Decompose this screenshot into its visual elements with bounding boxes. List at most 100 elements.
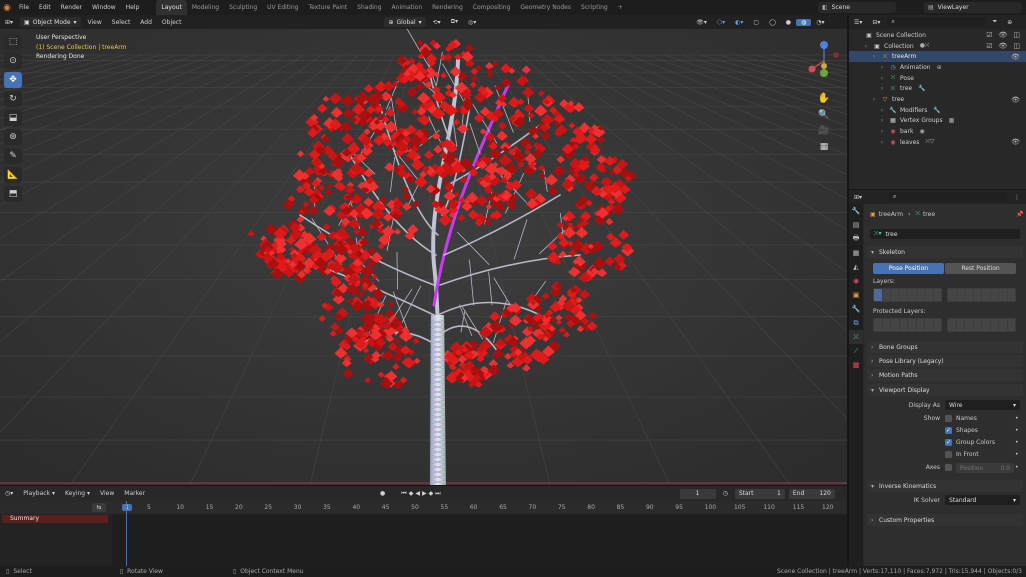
eye-icon[interactable]: 👁 <box>1011 96 1020 104</box>
protected-layers-grid-right[interactable] <box>947 318 1016 332</box>
menu-select[interactable]: Select <box>107 19 136 26</box>
scene-tab-icon[interactable]: ◭ <box>849 260 863 274</box>
rest-position-button[interactable]: Rest Position <box>945 263 1016 274</box>
names-dot-icon[interactable]: • <box>1015 415 1019 422</box>
outliner-data-icon[interactable]: 🔧 <box>933 107 940 114</box>
pose-position-button[interactable]: Pose Position <box>873 263 944 274</box>
properties-type-icon[interactable]: ⊞▾ <box>849 194 867 201</box>
xray-icon[interactable]: ▢ <box>748 19 764 26</box>
expand-arrow-icon[interactable]: › <box>878 75 886 82</box>
tab-modeling[interactable]: Modeling <box>187 0 224 15</box>
object-tab-icon[interactable]: ▣ <box>849 288 863 302</box>
outliner-row-scene-collection[interactable]: ▣ Scene Collection ☑ 👁 ◫ <box>849 30 1026 41</box>
menu-edit[interactable]: Edit <box>34 0 56 15</box>
outliner-data-icon[interactable]: ▦ <box>949 117 955 124</box>
editor-type-icon[interactable]: ⊞▾ <box>0 19 18 26</box>
outliner-data-icon[interactable]: ●⛌ <box>920 42 930 50</box>
shapes-dot-icon[interactable]: • <box>1015 427 1019 434</box>
menu-object[interactable]: Object <box>157 19 187 26</box>
shading-wireframe-icon[interactable]: ◯ <box>764 19 781 26</box>
scene-selector[interactable]: ◧ Scene <box>818 2 896 13</box>
visibility-toggles[interactable]: 👁 <box>1011 96 1020 104</box>
outliner-editor[interactable]: ☰▾ ⊟▾ ⌕ ⏷ ⊕ ▣ Scene Collection ☑ 👁 ◫ › ▣ Collec… <box>849 15 1026 189</box>
eye-icon[interactable]: 👁 <box>1011 138 1020 146</box>
tab-shading[interactable]: Shading <box>352 0 386 15</box>
eye-icon[interactable]: 👁 <box>1011 53 1020 61</box>
filter-icon[interactable]: ⏷ <box>987 18 1002 26</box>
menu-timeline-view[interactable]: View <box>95 490 119 497</box>
navigation-gizmo[interactable]: ✋ 🔍 🎥 ▦ <box>807 37 841 157</box>
tool-tab-icon[interactable]: 🔧 <box>849 204 863 218</box>
axes-checkbox[interactable] <box>945 464 952 471</box>
outliner-data-icon[interactable]: ⊕ <box>937 64 942 71</box>
expand-arrow-icon[interactable]: › <box>878 139 886 146</box>
tab-geometry-nodes[interactable]: Geometry Nodes <box>515 0 576 15</box>
next-key-icon[interactable]: ◆ <box>428 490 435 497</box>
snap-icon[interactable]: ⧉▾ <box>446 18 463 26</box>
proportional-edit-icon[interactable]: ◎▾ <box>463 19 481 26</box>
axes-position-field[interactable]: Position 0.0 <box>956 463 1014 473</box>
mode-selector[interactable]: ▣ Object Mode ▾ <box>20 17 81 27</box>
protected-layers-grid-left[interactable] <box>873 318 942 332</box>
camera-icon[interactable]: ◫ <box>1013 31 1020 39</box>
in-front-checkbox[interactable] <box>945 451 952 458</box>
clock-icon[interactable]: ◷▾ <box>0 490 18 497</box>
tab-layout[interactable]: Layout <box>156 0 187 15</box>
outliner-row-tree[interactable]: › ▽ tree 👁 <box>849 94 1026 105</box>
visibility-toggles[interactable]: 👁 <box>1011 53 1020 61</box>
jump-end-icon[interactable]: ⏭ <box>434 490 441 498</box>
gizmo-icon[interactable]: ⬡▾ <box>712 19 730 26</box>
visibility-icon[interactable]: 👁▾ <box>691 19 712 26</box>
tab-uv-editing[interactable]: UV Editing <box>262 0 303 15</box>
properties-search-input[interactable]: ⌕ <box>889 192 1008 202</box>
outliner-row-tree[interactable]: › ⛌ tree 🔧 <box>849 84 1026 95</box>
tab-sculpting[interactable]: Sculpting <box>224 0 262 15</box>
annotate-icon[interactable]: ✎ <box>4 148 22 164</box>
viewport-display-panel-header[interactable]: ▾ Viewport Display <box>867 384 1023 396</box>
tab-compositing[interactable]: Compositing <box>468 0 516 15</box>
visibility-toggles[interactable]: 👁 <box>1011 138 1020 146</box>
add-cube-icon[interactable]: ⬒ <box>4 186 22 202</box>
visibility-toggles[interactable]: ☑ 👁 ◫ <box>986 31 1020 39</box>
outliner-data-icon[interactable]: 🔧 <box>918 85 925 92</box>
names-checkbox[interactable] <box>945 415 952 422</box>
orientation-selector[interactable]: ⊕ Global ▾ <box>384 17 426 27</box>
blender-logo-icon[interactable]: ◉ <box>0 0 14 15</box>
play-reverse-icon[interactable]: ◀ <box>414 490 421 497</box>
tab-scripting[interactable]: Scripting <box>576 0 613 15</box>
prev-key-icon[interactable]: ◆ <box>408 490 415 497</box>
shading-solid-icon[interactable]: ● <box>781 19 796 26</box>
ik-solver-dropdown[interactable]: Standard ▾ <box>945 495 1020 505</box>
axes-dot-icon[interactable]: • <box>1015 464 1019 471</box>
group-colors-dot-icon[interactable]: • <box>1015 439 1019 446</box>
pin-icon[interactable]: 📌 <box>1016 211 1023 218</box>
menu-keying[interactable]: Keying ▾ <box>60 490 95 497</box>
visibility-toggles[interactable]: ☑ 👁 ◫ <box>986 42 1020 50</box>
jump-start-icon[interactable]: ⏮ <box>400 490 407 498</box>
summary-channel[interactable]: Summary <box>2 515 108 523</box>
3d-viewport[interactable]: ⊞▾ ▣ Object Mode ▾ View Select Add Objec… <box>0 15 847 485</box>
texture-tab-icon[interactable]: ▩ <box>849 358 863 372</box>
outliner-row-modifiers[interactable]: › 🔧 Modifiers 🔧 <box>849 105 1026 116</box>
expand-arrow-icon[interactable]: › <box>878 107 886 114</box>
timeline-ruler[interactable]: ⇆ 15101520253035404550556065707580859095… <box>0 501 847 514</box>
shapes-checkbox[interactable]: ✓ <box>945 427 952 434</box>
expand-arrow-icon[interactable]: › <box>870 53 878 60</box>
expand-arrow-icon[interactable]: › <box>870 96 878 103</box>
group-colors-checkbox[interactable]: ✓ <box>945 439 952 446</box>
select-box-icon[interactable]: ⬚ <box>4 34 22 50</box>
skeleton-panel-header[interactable]: ▾ Skeleton <box>867 246 1023 258</box>
layers-grid-left[interactable] <box>873 288 942 302</box>
outliner-type-icon[interactable]: ☰▾ <box>849 19 867 26</box>
checkbox-icon[interactable]: ☑ <box>986 31 992 39</box>
outliner-row-pose[interactable]: › ⛌ Pose <box>849 73 1026 84</box>
eye-icon[interactable]: 👁 <box>998 31 1007 39</box>
outliner-row-treearm[interactable]: › ⛌ treeArm 👁 <box>849 51 1026 63</box>
outliner-row-vertex-groups[interactable]: › ▦ Vertex Groups ▦ <box>849 116 1026 127</box>
in-front-dot-icon[interactable]: • <box>1015 451 1019 458</box>
timeline-track-area[interactable] <box>112 501 847 566</box>
menu-window[interactable]: Window <box>87 0 121 15</box>
expand-arrow-icon[interactable]: › <box>878 85 886 92</box>
menu-marker[interactable]: Marker <box>119 490 150 497</box>
play-icon[interactable]: ▶ <box>421 490 428 497</box>
